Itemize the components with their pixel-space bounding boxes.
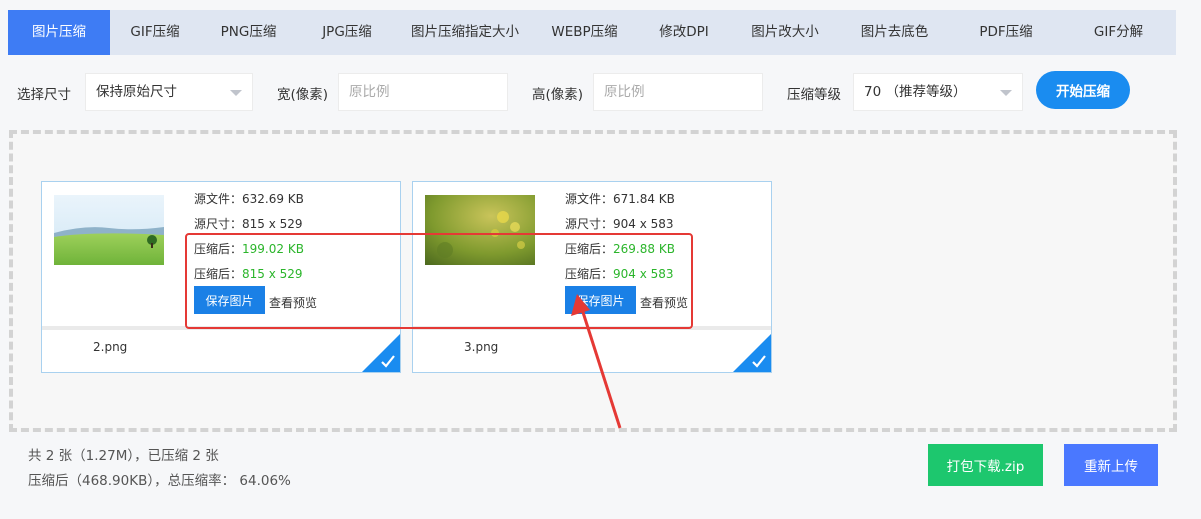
height-label: 高(像素) [532,87,584,103]
image-thumbnail[interactable] [425,195,535,265]
compressed-value: 199.02 KB [242,242,304,256]
start-compress-button[interactable]: 开始压缩 [1036,71,1130,109]
level-select[interactable]: 70 （推荐等级） [853,73,1023,111]
tab-resize-image[interactable]: 图片改大小 [732,10,838,55]
tab-jpg-compress[interactable]: JPG压缩 [297,10,397,55]
compressed-label: 压缩后： [194,267,243,281]
summary-count: 共 2 张（1.27M），已压缩 2 张 [28,448,219,464]
tab-png-compress[interactable]: PNG压缩 [200,10,297,55]
summary-ratio: 压缩后（468.90KB），总压缩率： 64.06% [28,473,291,489]
width-label: 宽(像素) [277,87,329,103]
options-row: 选择尺寸 保持原始尺寸 宽(像素) 高(像素) 压缩等级 70 （推荐等级） 开… [0,70,1201,114]
file-name: 2.png [93,340,128,354]
tab-pdf-compress[interactable]: PDF压缩 [951,10,1061,55]
level-label: 压缩等级 [787,87,841,103]
divider [42,326,400,330]
compressed-label: 压缩后： [194,242,243,256]
caret-down-icon [230,90,242,96]
check-icon [752,355,766,368]
download-zip-button[interactable]: 打包下载.zip [928,444,1043,486]
compressed-value: 904 x 583 [613,267,674,281]
compressed-file-size: 压缩后：269.88 KB [565,237,675,262]
file-name: 3.png [464,340,499,354]
tab-webp-compress[interactable]: WEBP压缩 [533,10,636,55]
level-select-value: 70 （推荐等级） [864,84,967,100]
file-info: 源文件：671.84 KB 源尺寸：904 x 583 压缩后：269.88 K… [565,187,675,287]
tool-tabs: 图片压缩 GIF压缩 PNG压缩 JPG压缩 图片压缩指定大小 WEBP压缩 修… [8,10,1176,55]
tab-gif-split[interactable]: GIF分解 [1061,10,1176,55]
compressed-label: 压缩后： [565,267,614,281]
tab-image-compress[interactable]: 图片压缩 [8,10,110,55]
compressed-value: 815 x 529 [242,267,303,281]
tab-remove-background[interactable]: 图片去底色 [838,10,951,55]
divider [413,326,771,330]
tab-gif-compress[interactable]: GIF压缩 [110,10,200,55]
file-card: 源文件：671.84 KB 源尺寸：904 x 583 压缩后：269.88 K… [412,181,772,373]
compressed-label: 压缩后： [565,242,614,256]
view-preview-link[interactable]: 查看预览 [269,294,317,311]
height-input[interactable] [593,73,763,111]
size-label: 选择尺寸 [17,87,71,103]
tab-modify-dpi[interactable]: 修改DPI [636,10,732,55]
save-image-button[interactable]: 保存图片 [194,286,265,314]
source-dimensions: 源尺寸：815 x 529 [194,217,303,231]
compressed-dimensions: 压缩后：904 x 583 [565,262,675,287]
size-select-value: 保持原始尺寸 [96,84,177,100]
tab-compress-to-size[interactable]: 图片压缩指定大小 [397,10,533,55]
save-image-button[interactable]: 保存图片 [565,286,636,314]
source-file-size: 源文件：632.69 KB [194,192,304,206]
compressed-dimensions: 压缩后：815 x 529 [194,262,304,287]
reupload-button[interactable]: 重新上传 [1064,444,1158,486]
view-preview-link[interactable]: 查看预览 [640,294,688,311]
compressed-value: 269.88 KB [613,242,675,256]
image-thumbnail[interactable] [54,195,164,265]
caret-down-icon [1000,90,1012,96]
source-file-size: 源文件：671.84 KB [565,192,675,206]
size-select[interactable]: 保持原始尺寸 [85,73,253,111]
source-dimensions: 源尺寸：904 x 583 [565,217,674,231]
width-input[interactable] [338,73,508,111]
file-card: 源文件：632.69 KB 源尺寸：815 x 529 压缩后：199.02 K… [41,181,401,373]
file-info: 源文件：632.69 KB 源尺寸：815 x 529 压缩后：199.02 K… [194,187,304,287]
check-icon [381,355,395,368]
compressed-file-size: 压缩后：199.02 KB [194,237,304,262]
